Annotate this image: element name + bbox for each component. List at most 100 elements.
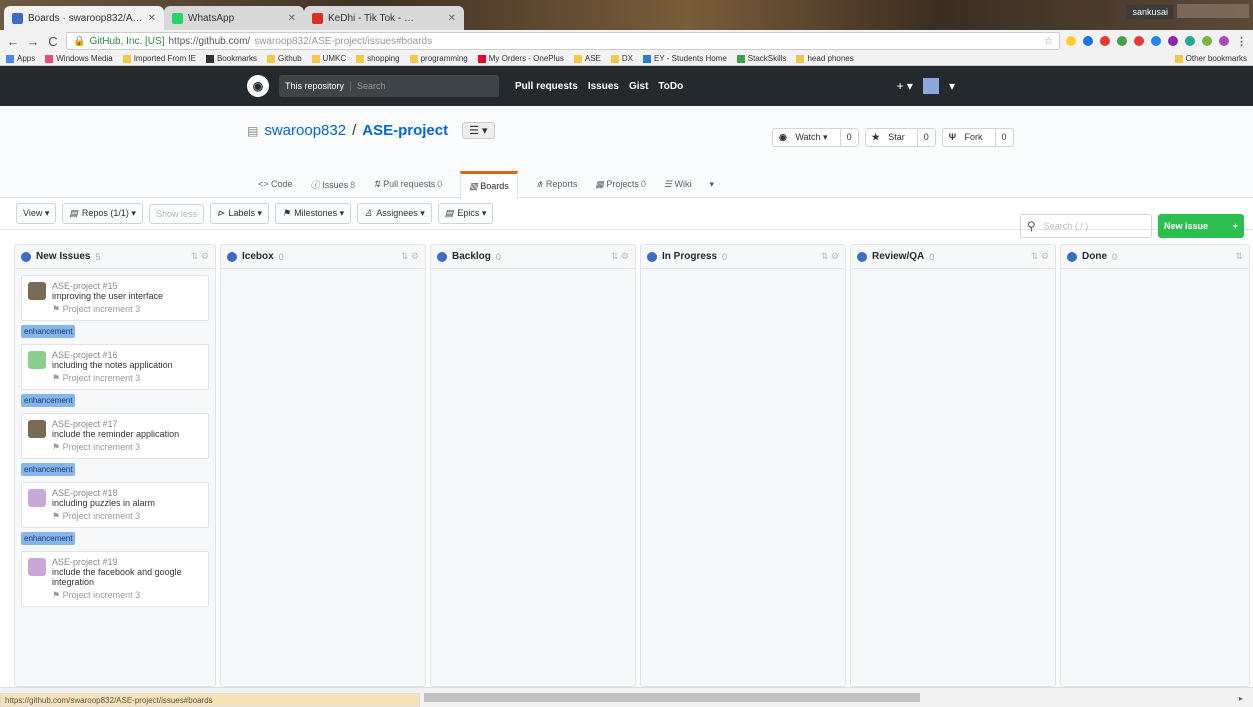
tab-projects[interactable]: ▦ Projects 0 (595, 179, 646, 190)
tab-wiki[interactable]: ☰ Wiki (664, 179, 692, 190)
label-enhancement[interactable]: enhancement (21, 463, 76, 476)
label-enhancement[interactable]: enhancement (21, 394, 76, 407)
extension-icon[interactable] (1151, 36, 1161, 46)
extension-icon[interactable] (1219, 36, 1229, 46)
watch-count[interactable]: 0 (839, 129, 858, 146)
bookmark-stackskills[interactable]: StackSkills (736, 54, 786, 63)
avatar[interactable] (922, 78, 939, 94)
column-tools-icon[interactable]: ⇅ ⚙ (1031, 251, 1049, 262)
scrollbar-thumb[interactable] (424, 693, 920, 702)
labels-dropdown[interactable]: ⊳ Labels ▾ (209, 203, 270, 224)
milestones-dropdown[interactable]: ⚑ Milestones ▾ (275, 203, 352, 224)
watch-button[interactable]: ◉ Watch ▾ 0 (772, 128, 859, 147)
bookmark-folder[interactable]: DX (610, 54, 633, 63)
issue-title[interactable]: including the notes application (52, 360, 202, 370)
extension-icon[interactable] (1066, 36, 1076, 46)
close-icon[interactable]: ✕ (448, 13, 456, 24)
extension-icon[interactable] (1202, 36, 1212, 46)
show-less-button[interactable]: Show less (148, 203, 204, 224)
new-issue-button[interactable]: New Issue + (1158, 214, 1244, 238)
browser-tab-tiktok[interactable]: KeDhi - Tik Tok - … ✕ (304, 6, 464, 30)
tab-boards[interactable]: ▥ Boards (460, 171, 518, 199)
create-new-button[interactable]: + ▾ (897, 79, 913, 93)
bookmark-folder[interactable]: Github (266, 54, 302, 63)
repos-dropdown[interactable]: ▤ Repos (1/1) ▾ (62, 203, 143, 224)
column-tools-icon[interactable]: ⇅ (1235, 251, 1243, 262)
column-done[interactable]: Done 0 ⇅ (1060, 244, 1250, 687)
column-tools-icon[interactable]: ⇅ ⚙ (401, 251, 419, 262)
issue-title[interactable]: improving the user interface (52, 291, 202, 301)
extension-icon[interactable] (1185, 36, 1195, 46)
issue-card[interactable]: ASE-project #17 include the reminder app… (21, 413, 209, 459)
bookmark-folder[interactable]: UMKC (311, 54, 346, 63)
forward-icon[interactable]: → (26, 34, 40, 49)
scroll-right-icon[interactable]: ▸ (1239, 694, 1243, 703)
tab-issues[interactable]: ⓘ Issues 8 (311, 178, 356, 191)
star-bookmark-icon[interactable]: ☆ (1044, 36, 1053, 47)
view-dropdown[interactable]: View ▾ (16, 203, 57, 224)
issue-card[interactable]: ASE-project #19 include the facebook and… (21, 551, 209, 607)
bookmark-folder[interactable]: programming (409, 54, 468, 63)
more-tabs-chevron-icon[interactable]: ▾ (710, 179, 715, 190)
close-icon[interactable]: ✕ (148, 13, 156, 24)
browser-tab-whatsapp[interactable]: WhatsApp ✕ (164, 6, 304, 30)
bookmark-folder[interactable]: Bookmarks (205, 54, 257, 63)
star-count[interactable]: 0 (916, 129, 935, 146)
board-search-input[interactable]: ⚲ Search ( / ) (1020, 214, 1152, 238)
column-backlog[interactable]: Backlog 0 ⇅ ⚙ (430, 244, 636, 687)
tab-pull-requests[interactable]: ⇅ Pull requests 0 (373, 179, 442, 190)
issue-title[interactable]: include the facebook and google integrat… (52, 567, 202, 587)
repo-owner-link[interactable]: swaroop832 (264, 122, 346, 139)
github-logo-icon[interactable]: ◉ (247, 75, 269, 97)
issue-title[interactable]: include the reminder application (52, 429, 202, 439)
tab-code[interactable]: <> Code (258, 179, 293, 189)
reload-icon[interactable]: C (46, 34, 60, 49)
github-search[interactable]: This repository Search (279, 75, 499, 97)
extension-icon[interactable] (1117, 36, 1127, 46)
assignees-dropdown[interactable]: ♙ Assignees ▾ (357, 203, 432, 224)
browser-tab-boards[interactable]: Boards · swaroop832/A… ✕ (4, 6, 164, 30)
column-review-qa[interactable]: Review/QA 0 ⇅ ⚙ (850, 244, 1056, 687)
column-new-issues[interactable]: New Issues 5 ⇅ ⚙ ASE-project #15 improvi… (14, 244, 216, 687)
chrome-menu-icon[interactable]: ⋮ (1236, 35, 1247, 48)
nav-todo[interactable]: ToDo (658, 81, 683, 92)
pinterest-icon[interactable] (1134, 36, 1144, 46)
opera-icon[interactable] (1100, 36, 1110, 46)
issue-title[interactable]: including puzzles in alarm (52, 498, 202, 508)
column-icebox[interactable]: Icebox 0 ⇅ ⚙ (220, 244, 426, 687)
star-button[interactable]: ★ Star 0 (864, 128, 936, 147)
bookmark-ey[interactable]: EY - Students Home (643, 54, 727, 63)
repo-menu-button[interactable]: ☰ ▾ (462, 122, 495, 139)
column-in-progress[interactable]: In Progress 0 ⇅ ⚙ (640, 244, 846, 687)
fork-count[interactable]: 0 (994, 129, 1013, 146)
column-tools-icon[interactable]: ⇅ ⚙ (611, 251, 629, 262)
label-enhancement[interactable]: enhancement (21, 325, 76, 338)
epics-dropdown[interactable]: ▤ Epics ▾ (437, 203, 494, 224)
window-controls[interactable] (1177, 4, 1249, 18)
tab-reports[interactable]: ⋔ Reports (536, 179, 578, 190)
bookmark-folder[interactable]: Imported From IE (122, 54, 196, 63)
plus-icon[interactable]: + (1233, 221, 1238, 231)
bookmark-oneplus[interactable]: My Orders - OnePlus (477, 54, 564, 63)
bookmark-folder[interactable]: head phones (796, 54, 854, 63)
fork-button[interactable]: Ψ Fork 0 (941, 128, 1014, 147)
url-field[interactable]: 🔒 GitHub, Inc. [US] https://github.com/s… (66, 32, 1060, 50)
issue-card[interactable]: ASE-project #16 including the notes appl… (21, 344, 209, 390)
issue-card[interactable]: ASE-project #15 improving the user inter… (21, 275, 209, 321)
close-icon[interactable]: ✕ (288, 13, 296, 24)
bookmark-folder[interactable]: shopping (356, 54, 400, 63)
search-input[interactable]: Search (357, 81, 386, 91)
nav-pull-requests[interactable]: Pull requests (515, 81, 578, 92)
extension-icon[interactable] (1168, 36, 1178, 46)
back-icon[interactable]: ← (6, 34, 20, 49)
bookmark-folder[interactable]: ASE (573, 54, 601, 63)
issue-card[interactable]: ASE-project #18 including puzzles in ala… (21, 482, 209, 528)
bookmark-windows-media[interactable]: Windows Media (45, 54, 113, 63)
nav-issues[interactable]: Issues (588, 81, 619, 92)
label-enhancement[interactable]: enhancement (21, 532, 76, 545)
other-bookmarks[interactable]: Other bookmarks (1174, 54, 1247, 63)
extension-icon[interactable] (1083, 36, 1093, 46)
browser-user[interactable]: sankusai (1127, 5, 1173, 19)
column-tools-icon[interactable]: ⇅ ⚙ (821, 251, 839, 262)
bookmark-apps[interactable]: Apps (6, 54, 35, 63)
